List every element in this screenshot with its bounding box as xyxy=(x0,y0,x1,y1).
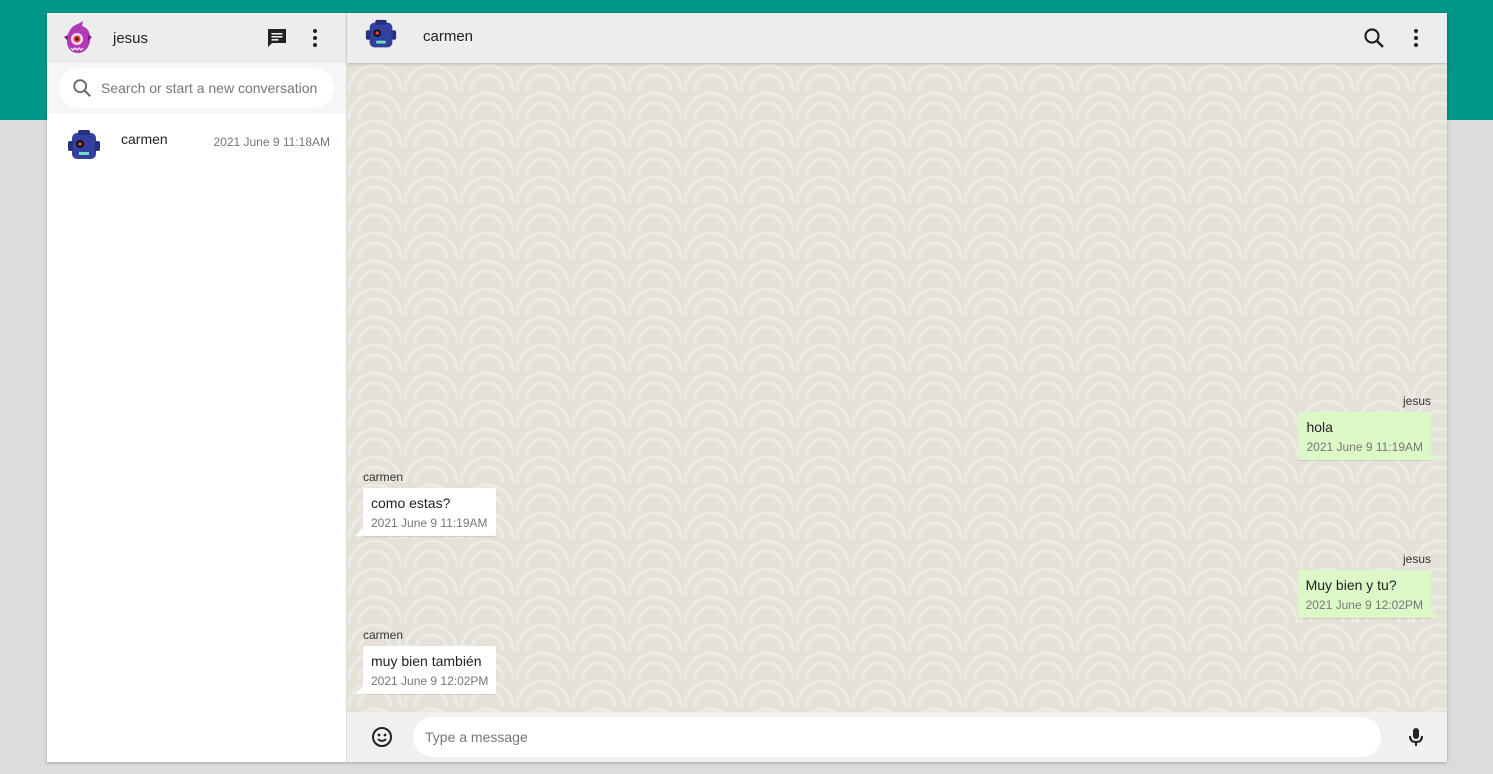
chat-contact-avatar[interactable] xyxy=(363,17,401,55)
contact-avatar xyxy=(65,127,103,165)
message-time: 2021 June 9 12:02PM xyxy=(371,674,489,688)
more-vert-icon xyxy=(313,29,317,47)
sidebar-menu-button[interactable] xyxy=(296,19,334,57)
chat-menu-button[interactable] xyxy=(1397,19,1435,57)
search-bar xyxy=(47,63,346,113)
message-bubble[interactable]: muy bien también 2021 June 9 12:02PM xyxy=(354,646,497,694)
user-avatar[interactable] xyxy=(59,19,97,57)
chat-search-button[interactable] xyxy=(1355,19,1393,57)
sidebar-header: jesus xyxy=(47,13,346,63)
search-input[interactable] xyxy=(101,80,322,96)
sidebar: jesus Search or start a new conversation… xyxy=(47,13,347,762)
message-time: 2021 June 9 12:02PM xyxy=(1305,598,1423,612)
message-outgoing: jesus Muy bien y tu? 2021 June 9 12:02PM xyxy=(363,552,1440,618)
message-sender: jesus xyxy=(1402,552,1431,566)
message-text: muy bien también xyxy=(371,653,482,669)
conversation-list: carmen 2021 June 9 11:18AM xyxy=(47,113,346,762)
message-bubble[interactable]: Muy bien y tu? 2021 June 9 12:02PM xyxy=(1297,570,1440,618)
message-sender: carmen xyxy=(363,628,404,642)
message-time: 2021 June 9 11:19AM xyxy=(1306,440,1423,454)
conversation-time: 2021 June 9 11:18AM xyxy=(213,135,330,149)
message-composer xyxy=(347,712,1447,762)
message-text: Muy bien y tu? xyxy=(1305,577,1397,593)
mic-icon xyxy=(1409,728,1423,746)
message-time: 2021 June 9 11:19AM xyxy=(371,516,488,530)
search-icon xyxy=(73,79,91,97)
chat-header: carmen xyxy=(347,13,1447,63)
search-icon xyxy=(1364,28,1384,48)
emoji-button[interactable] xyxy=(363,718,401,756)
message-list: jesus hola 2021 June 9 11:19AM carmen co… xyxy=(347,63,1447,712)
message-outgoing: jesus hola 2021 June 9 11:19AM xyxy=(363,394,1439,460)
message-incoming: carmen muy bien también 2021 June 9 12:0… xyxy=(354,628,1431,694)
chat-contact-name: carmen xyxy=(423,27,474,45)
new-chat-button[interactable] xyxy=(258,19,296,57)
message-incoming: carmen como estas? 2021 June 9 11:19AM xyxy=(355,470,1431,536)
message-text: como estas? xyxy=(371,495,451,511)
more-vert-icon xyxy=(1414,29,1418,47)
chat-icon xyxy=(268,29,286,47)
message-sender: carmen xyxy=(363,470,404,484)
message-sender: jesus xyxy=(1402,394,1431,408)
search-box xyxy=(59,68,334,108)
message-input[interactable] xyxy=(413,717,1381,757)
current-user-name: jesus xyxy=(113,29,149,47)
message-bubble[interactable]: hola 2021 June 9 11:19AM xyxy=(1298,412,1439,460)
conversation-item[interactable]: carmen 2021 June 9 11:18AM xyxy=(47,113,346,175)
emoji-icon xyxy=(372,727,392,747)
chat-app: jesus Search or start a new conversation… xyxy=(47,13,1447,762)
message-bubble[interactable]: como estas? 2021 June 9 11:19AM xyxy=(355,488,496,536)
voice-message-button[interactable] xyxy=(1397,718,1435,756)
message-text: hola xyxy=(1306,419,1333,435)
chat-panel: carmen jesus hola 2021 June 9 11:19AM ca… xyxy=(347,13,1447,762)
conversation-name: carmen xyxy=(121,131,168,147)
